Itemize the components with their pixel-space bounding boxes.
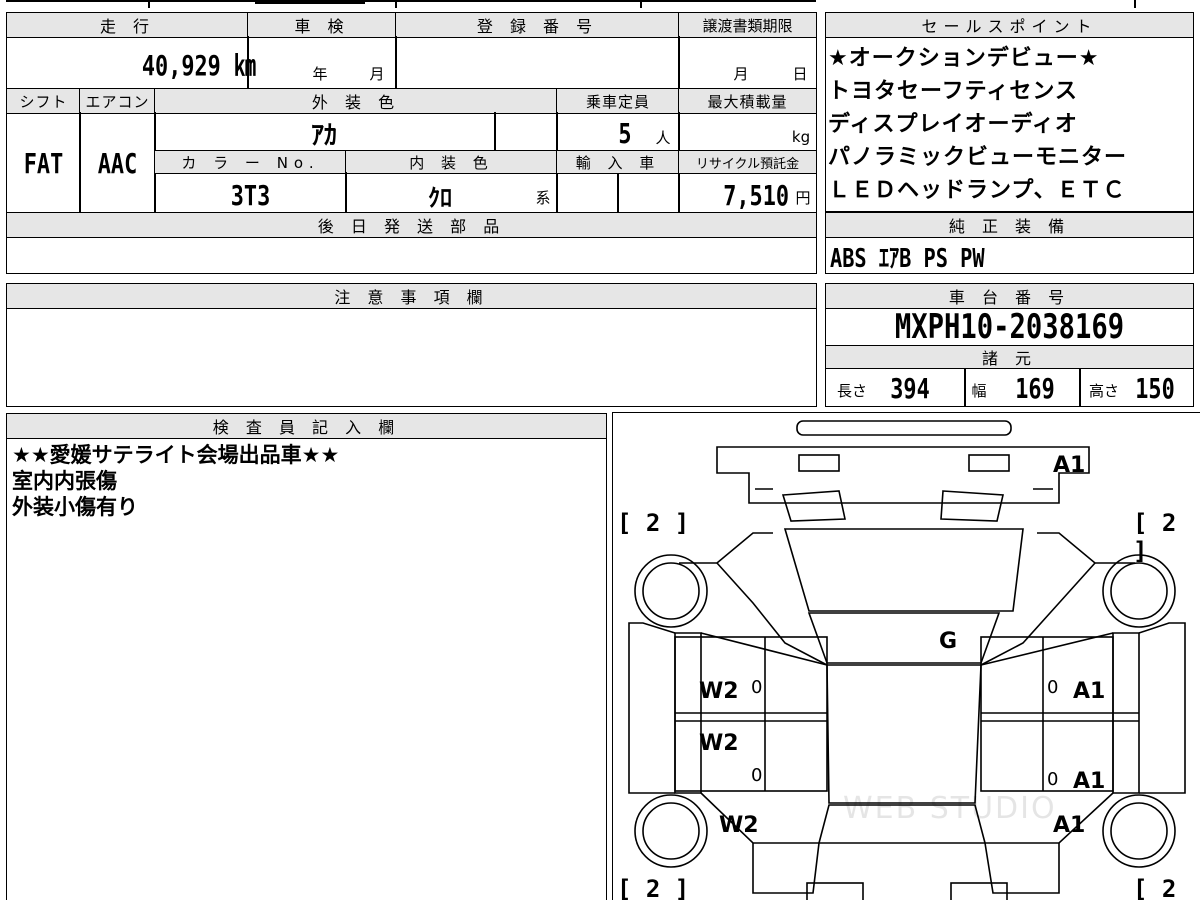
front-right-damage-mark: A1 xyxy=(1053,453,1086,478)
windshield-glass-mark: G xyxy=(939,629,958,654)
left-front-door-zero: 0 xyxy=(751,677,763,698)
color-no-value: 3T3 xyxy=(230,178,271,212)
left-rear-door-zero: 0 xyxy=(751,765,763,786)
color-no-header: カ ラ ー No. xyxy=(154,150,347,174)
inspection-month-label: 月 xyxy=(369,64,385,83)
recycle-unit: 円 xyxy=(795,188,811,207)
capacity-value: 5 xyxy=(618,116,632,150)
shift-value: FAT xyxy=(23,146,64,180)
interior-color-suffix: 系 xyxy=(535,188,551,207)
notes-header: 注 意 事 項 欄 xyxy=(6,283,817,309)
length-label: 長さ xyxy=(836,381,867,400)
right-rear-door-zero: 0 xyxy=(1047,769,1059,790)
inspector-note: 室内内張傷 xyxy=(12,469,117,493)
transfer-day-label: 日 xyxy=(792,64,808,83)
sales-point-line: トヨタセーフティセンス xyxy=(828,79,1078,104)
dimensions-header: 諸 元 xyxy=(825,345,1194,369)
sales-point-line: ★オークションデビュー★ xyxy=(828,46,1100,71)
sales-point-line: パノラミックビューモニター xyxy=(828,145,1128,170)
recycle-value: 7,510 xyxy=(723,178,789,212)
sales-point-line: ディスプレイオーディオ xyxy=(828,112,1078,137)
sales-points-header: セールスポイント xyxy=(825,12,1194,38)
inspector-header: 検 査 員 記 入 欄 xyxy=(6,413,607,439)
later-parts-body xyxy=(6,236,817,274)
cut-off-text xyxy=(255,0,365,4)
transfer-month-label: 月 xyxy=(733,64,749,83)
interior-color-header: 内 装 色 xyxy=(345,150,558,174)
import-header: 輸 入 車 xyxy=(556,150,680,174)
mileage-header: 走 行 xyxy=(6,12,249,38)
equipment-header: 純 正 装 備 xyxy=(825,212,1194,238)
car-outline xyxy=(628,420,1186,900)
exterior-color-header: 外 装 色 xyxy=(154,88,558,114)
inspector-note: ★★愛媛サテライト会場出品車★★ xyxy=(12,443,340,467)
sales-point-line: ＬＥＤヘッドランプ、ＥＴＣ xyxy=(828,178,1126,203)
capacity-header: 乗車定員 xyxy=(556,88,680,114)
left-rear-door-mark: W2 xyxy=(699,731,739,756)
equipment-value: ABS ｴｱB PS PW xyxy=(830,243,985,274)
shift-header: シフト xyxy=(6,88,81,114)
aircon-header: エアコン xyxy=(79,88,156,114)
capacity-unit: 人 xyxy=(655,128,671,147)
inspection-year-label: 年 xyxy=(312,64,328,83)
chassis-number: MXPH10-2038169 xyxy=(894,307,1125,347)
tire-front-left-tread: [ 2 ] xyxy=(617,509,690,537)
transfer-deadline-header: 譲渡書類期限 xyxy=(678,12,817,38)
right-rear-door-mark: A1 xyxy=(1073,769,1106,794)
inspector-note: 外装小傷有り xyxy=(12,495,138,519)
tire-rear-left-tread: [ 2 ] xyxy=(617,875,690,900)
chassis-header: 車 台 番 号 xyxy=(825,283,1194,309)
inspection-header: 車 検 xyxy=(247,12,397,38)
recycle-header: リサイクル預託金 xyxy=(678,150,817,174)
height-value: 150 xyxy=(1135,371,1175,405)
left-front-door-mark: W2 xyxy=(699,679,739,704)
exterior-color-value: ｱｶ xyxy=(310,120,337,151)
left-rear-quarter-mark: W2 xyxy=(719,813,759,838)
registration-header: 登 録 番 号 xyxy=(395,12,680,38)
width-value: 169 xyxy=(1015,371,1055,405)
aircon-value: AAC xyxy=(97,146,138,180)
right-rear-quarter-mark: A1 xyxy=(1053,813,1086,838)
tire-front-right-tread: [ 2 ] xyxy=(1133,509,1177,565)
width-label: 幅 xyxy=(971,381,987,400)
interior-color-value: ｸﾛ xyxy=(428,183,452,212)
mileage-value: 40,929 ㎞ xyxy=(141,49,256,82)
max-load-unit: kg xyxy=(791,128,811,146)
height-label: 高さ xyxy=(1088,381,1119,400)
notes-body xyxy=(6,307,817,407)
tire-rear-right-tread: [ 2 ] xyxy=(1133,875,1177,900)
watermark: WEB STUDIO xyxy=(843,791,1057,826)
later-parts-header: 後 日 発 送 部 品 xyxy=(6,212,817,238)
max-load-header: 最大積載量 xyxy=(678,88,817,114)
right-front-door-zero: 0 xyxy=(1047,677,1059,698)
right-front-door-mark: A1 xyxy=(1073,679,1106,704)
car-diagram: [ 2 ] [ 2 ] [ 2 ] [ 2 ] A1 G W2 0 W2 0 W… xyxy=(612,412,1200,900)
length-value: 394 xyxy=(890,371,930,405)
